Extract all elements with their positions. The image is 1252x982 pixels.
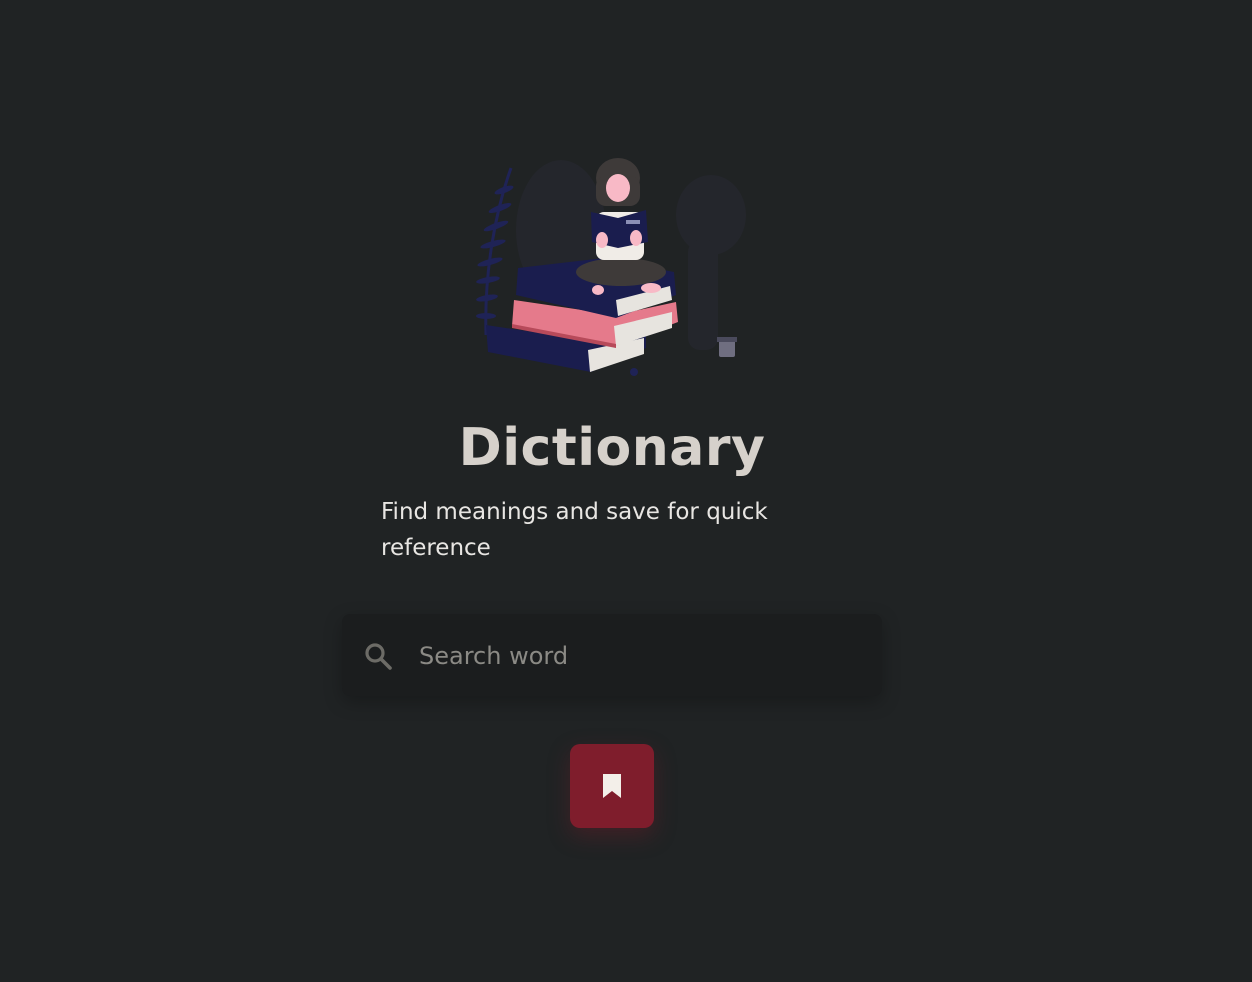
bookmark-icon: [600, 772, 624, 800]
woman-reading-illustration: [476, 158, 746, 376]
search-icon: [362, 640, 394, 672]
search-input[interactable]: [419, 634, 859, 678]
page-subtitle: Find meanings and save for quick referen…: [381, 499, 768, 561]
saved-words-button[interactable]: [570, 744, 654, 828]
page: Dictionary Find meanings and save for qu…: [0, 0, 1252, 982]
page-title: Dictionary: [458, 418, 766, 478]
hero-illustration: [466, 150, 766, 390]
